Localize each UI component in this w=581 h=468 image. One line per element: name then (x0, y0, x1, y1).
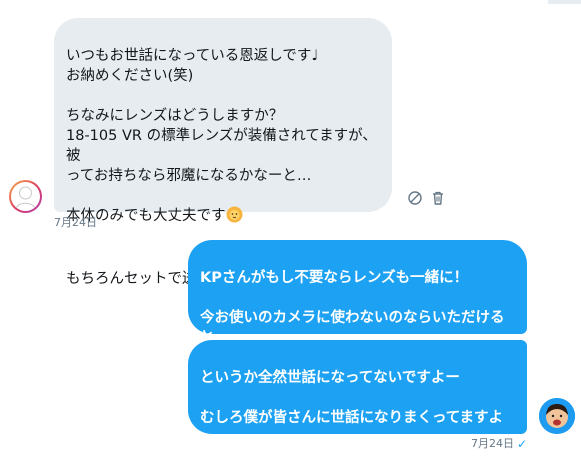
lion-emoji-icon (226, 206, 243, 229)
sent-message-text: というか全然世話になってないですよー むしろ僕が皆さんに世話になりまくってますよ… (200, 370, 504, 466)
sender-avatar[interactable] (9, 180, 42, 213)
check-icon: ✓ (517, 437, 528, 451)
received-message-bubble: いつもお世話になっている恩返しです♩ お納めください(笑) ちなみにレンズはどう… (54, 18, 392, 287)
sent-message-bubble: KPさんがもし不要ならレンズも一緒に！ 今お使いのカメラに使わないのならいただけ… (188, 240, 527, 366)
received-timestamp: 7月24日 (54, 216, 97, 229)
sent-message-bubble: というか全然世話になってないですよー むしろ僕が皆さんに世話になりまくってますよ… (188, 340, 527, 466)
sent-timestamp: 7月24日 (471, 437, 514, 450)
top-edge-bar (548, 0, 581, 4)
trash-icon[interactable] (430, 190, 446, 206)
block-icon[interactable] (407, 190, 423, 206)
user-avatar[interactable] (539, 398, 575, 434)
received-message-text: いつもお世話になっている恩返しです♩ お納めください(笑) ちなみにレンズはどう… (66, 48, 377, 224)
